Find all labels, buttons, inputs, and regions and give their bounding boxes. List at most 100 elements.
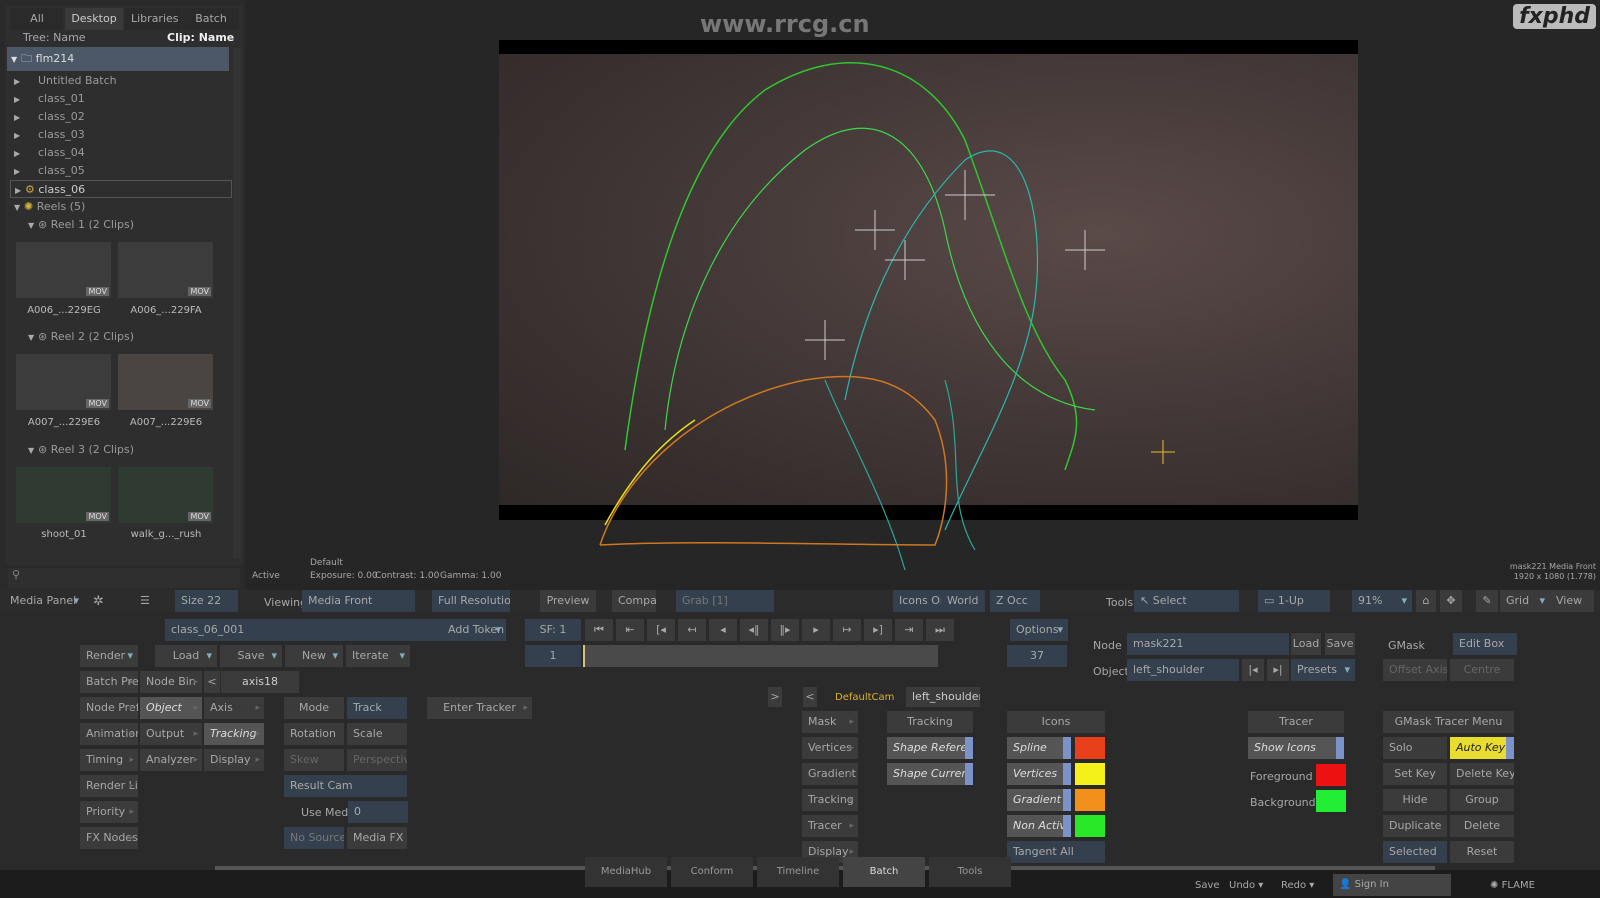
expand-icon[interactable]: ▶ [10,73,24,91]
non-active-icons-toggle[interactable]: Non Active [1007,815,1071,837]
use-media-field[interactable]: 0 [348,801,408,823]
centre-button[interactable]: Centre [1450,659,1514,681]
result-cam-button[interactable]: Result Cam [284,775,407,797]
tab-desktop[interactable]: Desktop [65,8,123,30]
group-button[interactable]: Group [1450,789,1514,811]
play-icon[interactable]: ▸ [802,619,830,641]
play-reverse-icon[interactable]: ◂‖ [740,619,768,641]
vertices-color-swatch[interactable] [1075,763,1105,785]
delete-button[interactable]: Delete [1450,815,1514,837]
clip-thumbnail[interactable]: MOV [118,242,213,298]
clip-thumbnail[interactable]: MOV [16,467,111,523]
skew-toggle[interactable]: Skew [284,749,344,771]
end-frame-field[interactable]: 37 [1007,645,1067,667]
size-field[interactable]: Size 22 [175,590,238,612]
compare-button[interactable]: Compare [612,590,656,612]
tree-item[interactable]: ▶ Untitled Batch [10,72,232,90]
media-fx-button[interactable]: Media FX [347,827,407,849]
tracer-menu[interactable]: Tracer [802,815,858,837]
tab-batch[interactable]: Batch [183,8,239,30]
expand-icon[interactable]: ▶ [10,163,24,181]
add-token-button[interactable]: Add Token [442,619,506,641]
reel-group[interactable]: ▼ ⊛ Reel 3 (2 Clips) [24,441,246,459]
clip-thumbnail[interactable]: MOV [16,354,111,410]
out-point-icon[interactable]: ▸] [864,619,892,641]
mask-menu[interactable]: Mask [802,711,858,733]
prev-object-icon[interactable]: |◂ [1242,659,1264,681]
foreground-color-swatch[interactable] [1316,764,1346,786]
current-node-field[interactable]: axis18 [221,671,299,693]
tab-libraries[interactable]: Libraries [125,8,181,30]
enter-tracker-button[interactable]: Enter Tracker [427,697,532,719]
expand-icon[interactable]: ▶ [10,127,24,145]
viewer[interactable]: www.rrcg.cn fxphd Active Default Exposur… [245,0,1600,590]
icons-on-toggle[interactable]: Icons On [893,590,941,612]
duplicate-button[interactable]: Duplicate [1383,815,1447,837]
goto-end-icon[interactable]: ⏭ [926,619,954,641]
view-button[interactable]: View [1550,590,1594,612]
tree-item[interactable]: ▶ class_05 [10,162,232,180]
tab-timeline[interactable]: Timeline [757,857,839,887]
auto-key-toggle[interactable]: Auto Key [1450,737,1514,759]
tracking-submenu[interactable]: Tracking [802,789,858,811]
batch-name-field[interactable]: class_06_001 [165,619,445,641]
tracking-menu[interactable]: Tracking [204,723,264,745]
scale-toggle[interactable]: Scale [347,723,407,745]
home-icon[interactable]: ⌂ [1416,590,1436,612]
world-toggle[interactable]: World [941,590,985,612]
gmask-tracer-menu-button[interactable]: GMask Tracer Menu [1383,711,1514,733]
reel-group[interactable]: ▼ ⊛ Reel 1 (2 Clips) [24,216,246,234]
select-tool[interactable]: ↖ Select [1134,590,1239,612]
next-key-icon[interactable]: ⇥ [895,619,923,641]
rotation-toggle[interactable]: Rotation [284,723,344,745]
background-color-swatch[interactable] [1316,790,1346,812]
object-menu[interactable]: Object [140,697,202,719]
tangent-all-button[interactable]: Tangent All [1007,841,1105,863]
reel-group[interactable]: ▼ ⊛ Reel 2 (2 Clips) [24,328,246,346]
offset-axis-button[interactable]: Offset Axis [1383,659,1447,681]
tab-tools[interactable]: Tools [929,857,1011,887]
grab-button[interactable]: Grab [1] [676,590,774,612]
set-key-button[interactable]: Set Key [1383,763,1447,785]
shape-reference-toggle[interactable]: Shape Reference [887,737,973,759]
next-object-icon[interactable]: ▸| [1267,659,1289,681]
gradient-menu[interactable]: Gradient [802,763,858,785]
tab-conform[interactable]: Conform [671,857,753,887]
non-active-color-swatch[interactable] [1075,815,1105,837]
perspective-toggle[interactable]: Perspective [347,749,407,771]
node-load-button[interactable]: Load [1291,633,1321,655]
hide-button[interactable]: Hide [1383,789,1447,811]
current-frame-field[interactable]: 1 [525,645,581,667]
presets-dropdown[interactable]: Presets [1291,659,1355,681]
batch-prefs-button[interactable]: Batch Prefs [80,671,138,693]
shape-current-toggle[interactable]: Shape Current [887,763,973,785]
track-mode[interactable]: Track [347,697,407,719]
node-bin-button[interactable]: Node Bin [140,671,202,693]
gradient-color-swatch[interactable] [1075,789,1105,811]
spline-icons-toggle[interactable]: Spline [1007,737,1071,759]
clip-sort-label[interactable]: Clip: Name [167,31,234,44]
media-panel-dropdown[interactable]: Media Panel [4,590,84,612]
prev-mark-icon[interactable]: ↤ [678,619,706,641]
prev-key-icon[interactable]: ⇤ [616,619,644,641]
bottom-save-button[interactable]: Save [1195,880,1220,891]
search-field[interactable]: ⚲ [8,568,240,588]
clip-thumbnail[interactable]: MOV [118,354,213,410]
axis-menu[interactable]: Axis [204,697,264,719]
tab-all[interactable]: All [11,8,63,30]
no-source-button[interactable]: No Source [284,827,344,849]
priority-button[interactable]: Priority [80,801,138,823]
node-save-button[interactable]: Save [1325,633,1355,655]
options-dropdown[interactable]: Options [1010,619,1068,641]
fx-nodes-button[interactable]: FX Nodes [80,827,138,849]
preview-button[interactable]: Preview [540,590,596,612]
expand-icon[interactable]: ▶ [10,109,24,127]
vertices-menu[interactable]: Vertices [802,737,858,759]
z-occ-toggle[interactable]: Z Occ [990,590,1040,612]
tree-item[interactable]: ▶ class_02 [10,108,232,126]
object-tab[interactable]: left_shoulder [906,687,980,707]
tree-sort-label[interactable]: Tree: Name [23,31,86,44]
redo-button[interactable]: Redo ▾ [1281,880,1314,891]
delete-key-button[interactable]: Delete Key [1450,763,1514,785]
spline-color-swatch[interactable] [1075,737,1105,759]
